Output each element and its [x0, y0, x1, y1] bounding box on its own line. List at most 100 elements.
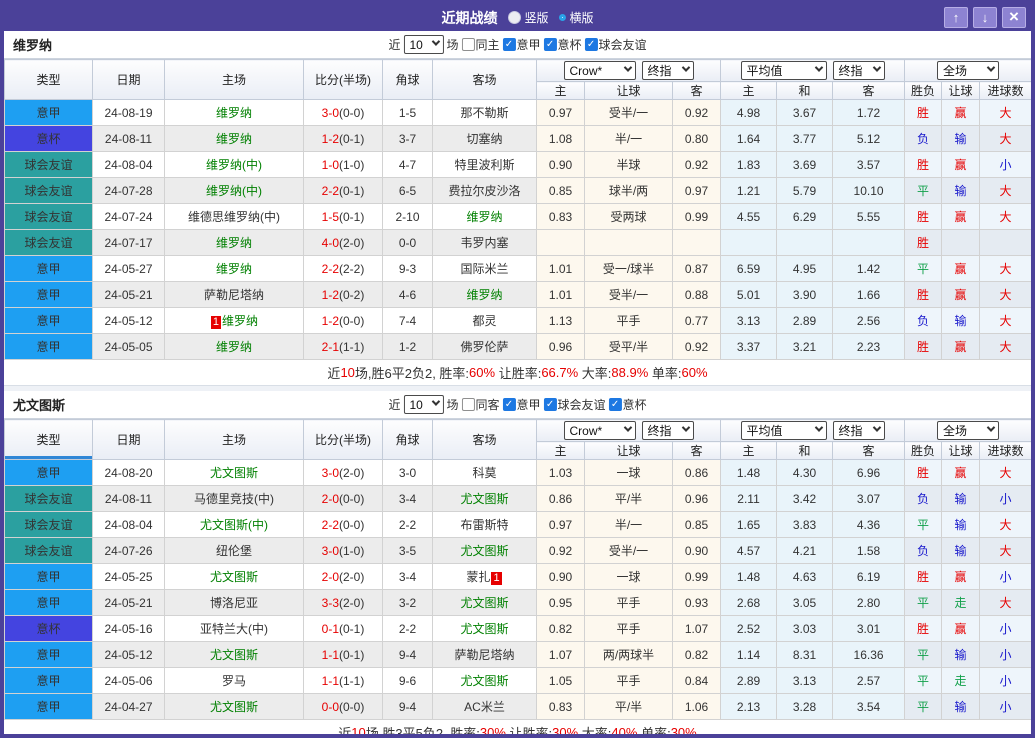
match-type-cell: 球会友谊: [4, 229, 93, 256]
window-title: 近期战绩: [441, 9, 498, 26]
filter-checkbox-1[interactable]: ✓ 意甲: [502, 36, 541, 53]
handicap-odds-away: 0.97: [671, 177, 722, 204]
bookmaker-select[interactable]: Crow*: [563, 421, 636, 440]
result-handicap: 输: [941, 641, 981, 668]
avg-odds-home: 3.37: [720, 333, 778, 360]
match-count-select[interactable]: 10: [403, 395, 444, 414]
summary-segment: 场,胜6平2负2, 胜率:: [354, 366, 470, 381]
odds-stage-select[interactable]: 终指: [641, 421, 694, 440]
fulltime-score: 3-0: [321, 465, 339, 480]
close-button[interactable]: ×: [1002, 7, 1026, 28]
team-link: 萨勒尼塔纳: [203, 288, 264, 302]
bookmaker-select[interactable]: Crow*: [563, 61, 636, 80]
team-link: 尤文图斯: [209, 700, 258, 714]
summary-segment: 近: [327, 366, 341, 381]
team-link: 维罗纳: [215, 132, 252, 146]
filter-checkbox-3[interactable]: ✓ 球会友谊: [584, 36, 647, 53]
team-link: 萨勒尼塔纳: [454, 648, 515, 662]
column-header-5: 客场: [432, 59, 537, 100]
sub-column-header-3: 主: [720, 441, 778, 460]
filter-checkbox-0[interactable]: 同主: [461, 36, 500, 53]
home-team: 维罗纳: [164, 255, 304, 282]
result-outcome: 胜: [904, 459, 943, 486]
home-team: 罗马: [164, 667, 304, 694]
average-select[interactable]: 平均值: [740, 61, 827, 80]
halftime-score: (0-1): [339, 183, 365, 198]
fulltime-score: 3-3: [321, 595, 339, 610]
column-header-3: 比分(半场): [303, 59, 383, 100]
result-handicap: 输: [941, 537, 981, 564]
avg-odds-away: 1.58: [832, 537, 906, 564]
handicap-line: 平手: [584, 589, 673, 616]
match-row: 球会友谊 24-07-26 纽伦堡 3-0(1-0) 3-5 尤文图斯 0.92 受半/一 0.…: [4, 537, 1031, 564]
corner-score: 0-0: [382, 229, 433, 256]
match-date: 24-05-25: [92, 563, 165, 590]
team-link: 尤文图斯: [209, 648, 258, 662]
handicap-odds-home: [536, 229, 585, 256]
scope-select[interactable]: 全场: [937, 61, 1000, 80]
average-select[interactable]: 平均值: [740, 421, 827, 440]
column-header-4: 角球: [382, 59, 433, 100]
avg-odds-draw: 3.28: [776, 693, 834, 720]
corner-score: 3-2: [382, 589, 433, 616]
summary-segment: 让胜率:: [495, 366, 542, 381]
fulltime-score: 3-0: [321, 543, 339, 558]
filter-checkbox-3[interactable]: ✓ 意杯: [608, 396, 647, 413]
home-team: 尤文图斯: [164, 641, 304, 668]
handicap-line: 半/一: [584, 511, 673, 538]
summary-segment: 大率:: [578, 726, 612, 738]
filter-checkbox-2[interactable]: ✓ 意杯: [543, 36, 582, 53]
team-link: 尤文图斯: [209, 570, 258, 584]
result-goals: 大: [979, 281, 1031, 308]
handicap-line: 半/一: [584, 125, 673, 152]
result-handicap: 走: [941, 667, 981, 694]
filter-checkbox-label: 同主: [475, 38, 500, 52]
bookmaker-select-value: Crow*: [569, 423, 603, 438]
summary-segment: 30%: [552, 725, 579, 738]
handicap-odds-away: 0.99: [671, 203, 722, 230]
team-link: 费拉尔皮沙洛: [448, 184, 521, 198]
header-row-groups: 类型 日期 主场 比分(半场) 角球 客场 Crow* 终指 平均值 终指 全场: [4, 59, 1031, 100]
avg-stage-select-value: 终指: [838, 424, 863, 438]
avg-odds-away: [832, 229, 906, 256]
avg-odds-away: 3.07: [832, 485, 906, 512]
away-team: 萨勒尼塔纳: [432, 641, 537, 668]
result-goals: [979, 229, 1031, 256]
handicap-odds-home: 0.85: [536, 177, 585, 204]
filter-checkbox-0[interactable]: 同客: [461, 396, 500, 413]
match-row: 球会友谊 24-07-24 维德思维罗纳(中) 1-5(0-1) 2-10 维罗纳 0.83…: [4, 203, 1031, 230]
scope-select[interactable]: 全场: [937, 421, 1000, 440]
average-select-value: 平均值: [746, 64, 783, 78]
halftime-score: (0-0): [339, 105, 365, 120]
score-cell: 1-2(0-0): [303, 307, 383, 334]
handicap-line: 平手: [584, 667, 673, 694]
sub-column-header-0: 主: [536, 441, 585, 460]
odds-stage-select[interactable]: 终指: [641, 61, 694, 80]
avg-odds-home: 2.13: [720, 693, 778, 720]
score-cell: 2-2(0-0): [303, 511, 383, 538]
team-link: 维罗纳(中): [206, 158, 262, 172]
handicap-odds-home: 0.92: [536, 537, 585, 564]
team-link: 佛罗伦萨: [460, 340, 509, 354]
match-count-select[interactable]: 10: [403, 35, 444, 54]
scroll-up-button[interactable]: ↑: [944, 7, 968, 28]
match-type-cell: 意甲: [4, 459, 93, 486]
avg-odds-home: 2.11: [720, 485, 778, 512]
view-option-vertical[interactable]: 竖版: [507, 9, 549, 26]
avg-odds-away: 6.19: [832, 563, 906, 590]
away-team: 国际米兰: [432, 255, 537, 282]
scroll-down-button[interactable]: ↓: [973, 7, 997, 28]
view-option-vertical-label: 竖版: [524, 11, 549, 25]
avg-stage-select[interactable]: 终指: [832, 61, 885, 80]
filter-checkbox-2[interactable]: ✓ 球会友谊: [543, 396, 606, 413]
match-date: 24-08-11: [92, 125, 165, 152]
filter-checkbox-1[interactable]: ✓ 意甲: [502, 396, 541, 413]
avg-stage-select[interactable]: 终指: [832, 421, 885, 440]
view-option-horizontal[interactable]: 横版: [558, 9, 594, 26]
near-label: 近: [388, 38, 401, 52]
match-filter: 近 10 场同客 ✓ 意甲 ✓ 球会友谊 ✓ 意杯: [388, 395, 647, 414]
match-type-cell: 意甲: [4, 307, 93, 334]
away-team: 布雷斯特: [432, 511, 537, 538]
result-outcome: 负: [904, 125, 943, 152]
result-goals: 小: [979, 151, 1031, 178]
